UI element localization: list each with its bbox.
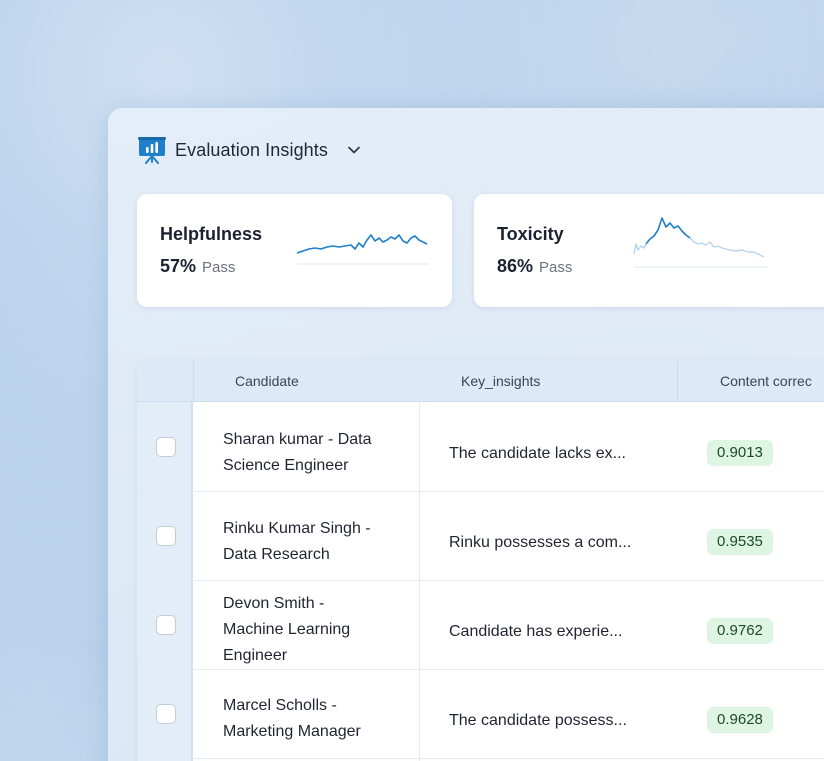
score-badge: 0.9762 bbox=[707, 618, 773, 644]
pass-label: Pass bbox=[202, 259, 236, 276]
column-header-candidate[interactable]: Candidate bbox=[235, 361, 299, 402]
table-row[interactable]: Marcel Scholls - Marketing Manager The c… bbox=[137, 670, 824, 759]
table-row[interactable]: Sharan kumar - Data Science Engineer The… bbox=[137, 403, 824, 492]
table-header: Candidate Key_insights Content correc bbox=[137, 361, 824, 402]
key-insights-cell: The candidate possess... bbox=[449, 712, 627, 729]
toxicity-sparkline bbox=[633, 217, 768, 268]
chevron-down-icon[interactable] bbox=[347, 143, 361, 157]
column-divider bbox=[193, 361, 194, 402]
key-insights-cell: Candidate has experie... bbox=[449, 623, 623, 640]
percent-value: 57% bbox=[160, 256, 197, 276]
helpfulness-card[interactable]: Helpfulness 57% Pass bbox=[137, 194, 452, 307]
presentation-chart-icon bbox=[138, 137, 166, 164]
candidates-table: Candidate Key_insights Content correc Sh… bbox=[137, 361, 824, 761]
row-checkbox[interactable] bbox=[156, 615, 176, 635]
column-header-content-correctness[interactable]: Content correc bbox=[720, 361, 812, 402]
candidate-cell: Rinku Kumar Singh - Data Research bbox=[223, 520, 371, 563]
table-row[interactable]: Devon Smith - Machine Learning Engineer … bbox=[137, 581, 824, 670]
column-header-key-insights[interactable]: Key_insights bbox=[461, 361, 540, 402]
column-divider bbox=[677, 361, 678, 402]
metric-name: Toxicity bbox=[497, 224, 564, 244]
key-insights-cell: Rinku possesses a com... bbox=[449, 534, 632, 551]
key-insights-cell: The candidate lacks ex... bbox=[449, 445, 626, 462]
score-badge: 0.9013 bbox=[707, 440, 773, 466]
score-badge: 0.9535 bbox=[707, 529, 773, 555]
metric-percent: 57% Pass bbox=[160, 256, 235, 277]
candidate-cell: Sharan kumar - Data Science Engineer bbox=[223, 431, 372, 474]
row-checkbox[interactable] bbox=[156, 437, 176, 457]
candidate-cell: Marcel Scholls - Marketing Manager bbox=[223, 697, 361, 740]
percent-value: 86% bbox=[497, 256, 534, 276]
row-checkbox[interactable] bbox=[156, 704, 176, 724]
score-badge: 0.9628 bbox=[707, 707, 773, 733]
row-checkbox[interactable] bbox=[156, 526, 176, 546]
page-title: Evaluation Insights bbox=[175, 139, 328, 160]
metric-name: Helpfulness bbox=[160, 224, 263, 244]
toxicity-card[interactable]: Toxicity 86% Pass bbox=[474, 194, 824, 307]
table-row[interactable]: Rinku Kumar Singh - Data Research Rinku … bbox=[137, 492, 824, 581]
candidate-cell: Devon Smith - Machine Learning Engineer bbox=[223, 595, 351, 664]
pass-label: Pass bbox=[539, 259, 573, 276]
panel-header: Evaluation Insights bbox=[138, 136, 361, 164]
helpfulness-sparkline bbox=[296, 234, 429, 265]
metric-percent: 86% Pass bbox=[497, 256, 572, 277]
